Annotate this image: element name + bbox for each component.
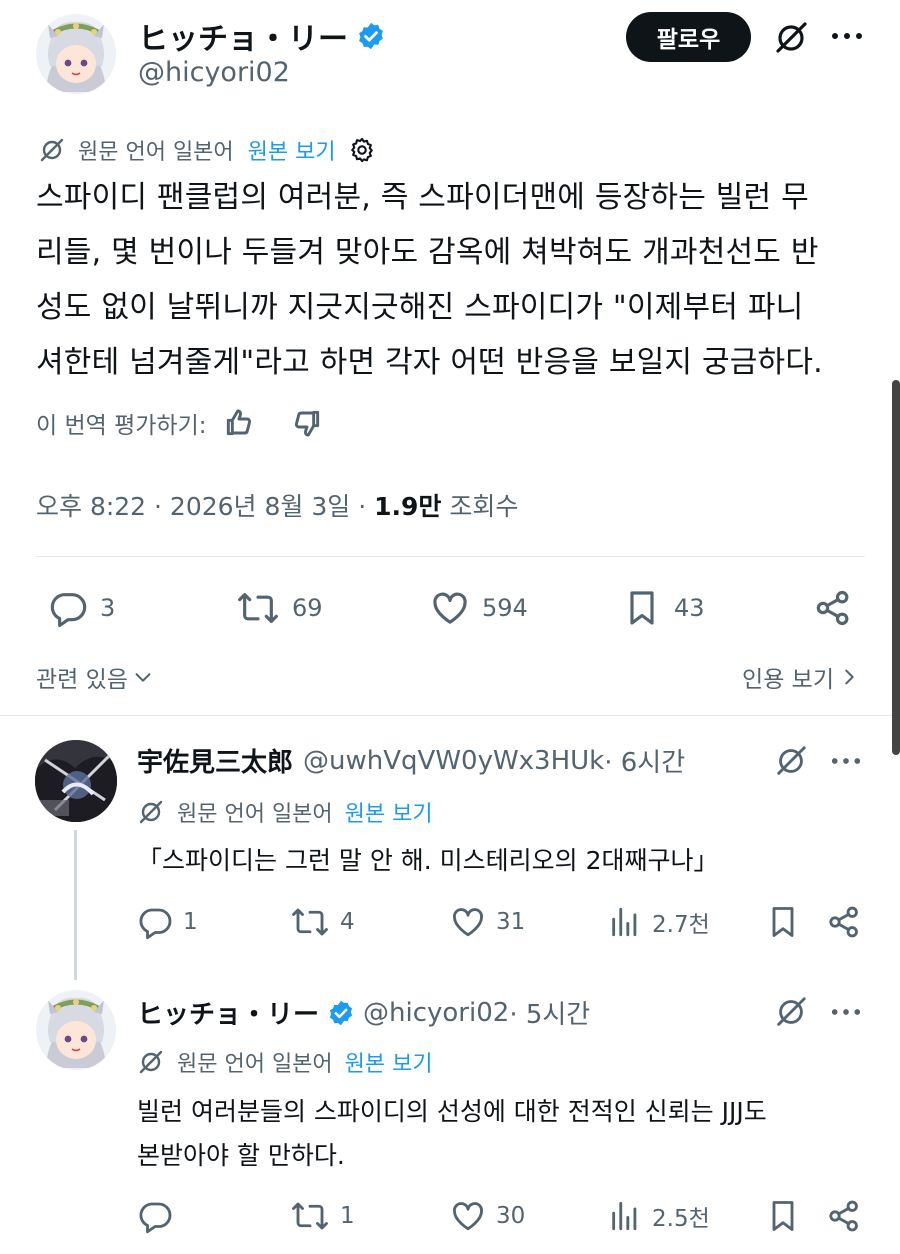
tweet-body-line: 셔한테 넘겨줄게"라고 하면 각자 어떤 반응을 보일지 궁금하다. <box>36 345 823 380</box>
grok-icon[interactable] <box>773 743 809 779</box>
grok-icon[interactable] <box>773 994 809 1030</box>
reply-author-name[interactable]: ヒッチョ・リー <box>137 994 319 1031</box>
related-toggle[interactable]: 관련 있음 <box>36 660 154 694</box>
chevron-right-icon <box>838 666 860 688</box>
gear-icon[interactable] <box>348 136 376 164</box>
views-button[interactable]: 2.7천 <box>608 904 710 940</box>
bookmark-button[interactable]: 43 <box>622 588 705 628</box>
share-icon[interactable] <box>826 1198 862 1234</box>
like-button[interactable]: 30 <box>450 1198 525 1234</box>
follow-button-label: 팔로우 <box>656 27 721 53</box>
verified-badge-icon <box>356 21 386 51</box>
reply-time[interactable]: · 5시간 <box>509 994 590 1031</box>
more-icon[interactable] <box>830 755 862 767</box>
tweet-body-line: 리들, 몇 번이나 두들겨 맞아도 감옥에 쳐박혀도 개과천선도 반 <box>36 235 819 270</box>
translation-source: 원문 언어 일본어 <box>177 802 333 827</box>
repost-button[interactable]: 69 <box>236 588 323 628</box>
translate-icon <box>137 1048 165 1076</box>
divider <box>36 556 865 557</box>
timestamp[interactable]: 오후 8:22 · 2026년 8월 3일 · <box>36 492 374 521</box>
like-button[interactable]: 594 <box>430 588 528 628</box>
reply-body-line: 빌런 여러분들의 스파이디의 선성에 대한 전적인 신뢰는 JJJ도 <box>137 1097 767 1126</box>
views-icon <box>608 904 642 940</box>
repost-count: 4 <box>340 909 355 935</box>
like-count: 31 <box>496 909 526 935</box>
reply-body: 「스파이디는 그런 말 안 해. 미스테리오의 2대째구나」 <box>137 842 719 880</box>
author-handle[interactable]: @hicyori02 <box>138 57 290 88</box>
reply-time[interactable]: · 6시간 <box>604 742 685 779</box>
reply-icon <box>137 1198 173 1234</box>
translate-icon <box>38 136 66 164</box>
section-divider <box>0 715 900 716</box>
repost-icon <box>290 904 330 940</box>
bookmark-icon <box>622 588 662 628</box>
reply-body-line: 본받아야 할 만하다. <box>137 1141 345 1170</box>
tweet-body-line: 성도 없이 날뛰니까 지긋지긋해진 스파이디가 "이제부터 파니 <box>36 290 804 325</box>
like-icon <box>450 904 486 940</box>
translation-source: 원문 언어 일본어 <box>78 140 234 165</box>
tweet-meta: 오후 8:22 · 2026년 8월 3일 · 1.9만 조회수 <box>36 487 518 523</box>
reply-button[interactable]: 3 <box>48 588 115 628</box>
follow-button[interactable]: 팔로우 <box>626 12 751 62</box>
author-avatar[interactable] <box>36 14 116 94</box>
reply-button[interactable]: 1 <box>137 904 198 940</box>
reply-body-line: 「스파이디는 그런 말 안 해. 미스테리오의 2대째구나」 <box>137 846 719 875</box>
bookmark-icon[interactable] <box>765 1198 801 1234</box>
bookmark-icon[interactable] <box>765 904 801 940</box>
reply-author-handle[interactable]: @hicyori02 <box>363 998 509 1028</box>
repost-icon <box>290 1198 330 1234</box>
translate-icon <box>137 798 165 826</box>
views-count: 2.7천 <box>652 912 710 938</box>
tweet-body: 스파이디 팬클럽의 여러분, 즉 스파이더맨에 등장하는 빌런 무 리들, 몇 … <box>36 170 876 390</box>
more-icon[interactable] <box>830 30 864 42</box>
show-original-link[interactable]: 원본 보기 <box>248 134 336 166</box>
repost-button[interactable]: 4 <box>290 904 355 940</box>
repost-button[interactable]: 1 <box>290 1198 355 1234</box>
rate-translation-label: 이 번역 평가하기: <box>36 413 207 439</box>
tweet-body-line: 스파이디 팬클럽의 여러분, 즉 스파이더맨에 등장하는 빌런 무 <box>36 180 809 215</box>
translation-source: 원문 언어 일본어 <box>177 1052 333 1077</box>
show-original-link[interactable]: 원본 보기 <box>345 796 433 828</box>
grok-icon[interactable] <box>772 19 810 57</box>
views-label: 조회수 <box>441 492 519 521</box>
like-count: 30 <box>496 1203 526 1229</box>
view-quotes-label: 인용 보기 <box>742 667 834 693</box>
verified-badge-icon <box>327 999 355 1027</box>
reply-count: 3 <box>100 594 116 622</box>
share-icon[interactable] <box>826 904 862 940</box>
views-icon <box>608 1198 642 1234</box>
scrollbar[interactable] <box>892 380 900 755</box>
view-quotes-link[interactable]: 인용 보기 <box>742 660 860 694</box>
repost-count: 1 <box>340 1203 355 1229</box>
reply-author-avatar[interactable] <box>35 740 117 822</box>
like-count: 594 <box>482 594 528 622</box>
reply-author-name[interactable]: 宇佐見三太郎 <box>137 742 293 779</box>
reply-count: 1 <box>183 909 198 935</box>
thread-line <box>74 830 77 980</box>
reply-button[interactable] <box>137 1198 183 1234</box>
reply-icon <box>137 904 173 940</box>
share-icon[interactable] <box>813 588 853 628</box>
reply-author-avatar[interactable] <box>36 990 116 1070</box>
related-label: 관련 있음 <box>36 667 128 693</box>
bookmark-count: 43 <box>674 594 705 622</box>
views-count: 2.5천 <box>652 1206 710 1232</box>
thumbs-up-icon[interactable] <box>223 407 255 439</box>
show-original-link[interactable]: 원본 보기 <box>345 1046 433 1078</box>
thumbs-down-icon[interactable] <box>291 407 323 439</box>
views-count: 1.9만 <box>374 492 442 521</box>
like-icon <box>450 1198 486 1234</box>
more-icon[interactable] <box>830 1006 862 1018</box>
repost-count: 69 <box>292 594 323 622</box>
author-name[interactable]: ヒッチョ・リー <box>138 14 348 58</box>
views-button[interactable]: 2.5천 <box>608 1198 710 1234</box>
reply-body: 빌런 여러분들의 스파이디의 선성에 대한 전적인 신뢰는 JJJ도 본받아야 … <box>137 1090 767 1178</box>
like-button[interactable]: 31 <box>450 904 525 940</box>
reply-author-handle[interactable]: @uwhVqVW0yWx3HUk <box>303 746 604 776</box>
reply-icon <box>48 588 88 628</box>
like-icon <box>430 588 470 628</box>
chevron-down-icon <box>132 666 154 688</box>
repost-icon <box>236 588 280 628</box>
